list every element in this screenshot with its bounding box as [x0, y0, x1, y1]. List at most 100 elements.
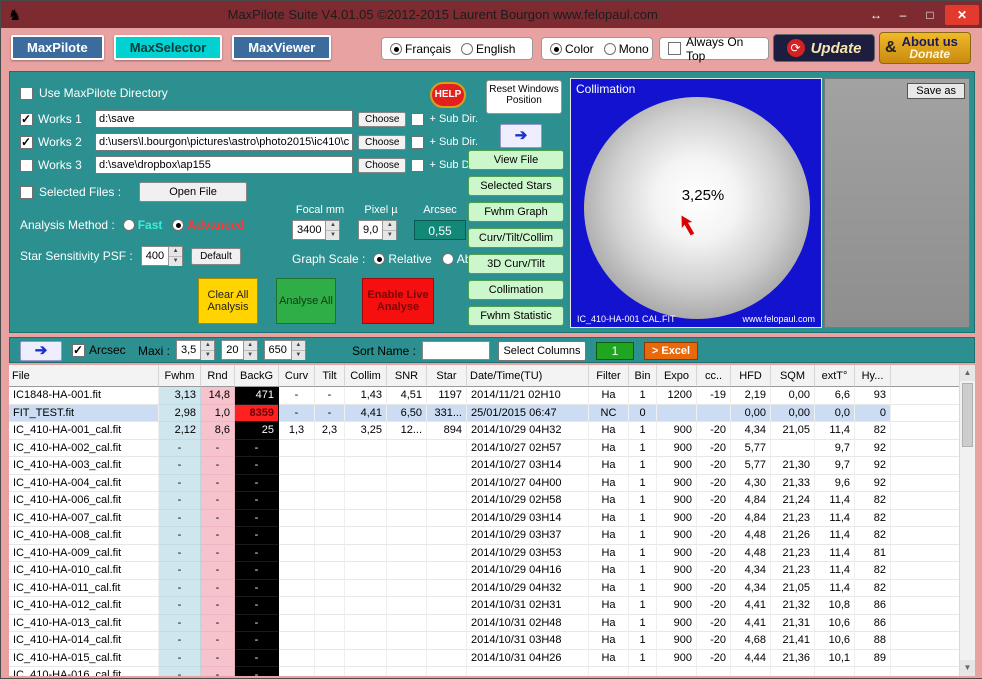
- spinner-up-icon[interactable]: ▲: [201, 341, 215, 351]
- use-directory-checkbox[interactable]: [20, 86, 33, 100]
- analysis-method-option-fast[interactable]: Fast: [122, 218, 162, 232]
- scroll-down-icon[interactable]: ▼: [960, 660, 975, 676]
- column-header-sqm[interactable]: SQM: [771, 365, 815, 387]
- close-button[interactable]: ✕: [945, 4, 979, 25]
- filter-arrow-button[interactable]: ➔: [20, 341, 62, 361]
- collimation-button[interactable]: Collimation: [468, 280, 564, 300]
- works-2-path-input[interactable]: [95, 133, 353, 151]
- spinner-up-icon[interactable]: ▲: [243, 341, 257, 351]
- works-3-subdir-checkbox[interactable]: [411, 158, 425, 172]
- works-1-path-input[interactable]: [95, 110, 353, 128]
- table-row[interactable]: IC_410-HA-015_cal.fit - - -2014/10/31 04H26…: [9, 649, 959, 667]
- works-3-path-input[interactable]: [95, 156, 353, 174]
- column-header-cc[interactable]: cc..: [697, 365, 731, 387]
- curv-tilt-collim-button[interactable]: Curv/Tilt/Collim: [468, 228, 564, 248]
- nav-tab-maxviewer[interactable]: MaxViewer: [232, 35, 332, 60]
- open-file-button[interactable]: Open File: [139, 182, 248, 202]
- scrollbar-thumb[interactable]: [962, 383, 973, 447]
- maxi-spinner-3[interactable]: 650 ▲ ▼: [263, 340, 306, 360]
- spinner-down-icon[interactable]: ▼: [169, 257, 183, 266]
- table-row[interactable]: IC_410-HA-002_cal.fit - - -2014/10/27 02H57…: [9, 439, 959, 457]
- clear-all-analysis-button[interactable]: Clear All Analysis: [198, 278, 258, 324]
- table-row[interactable]: IC_410-HA-009_cal.fit - - -2014/10/29 03H53…: [9, 544, 959, 562]
- graph-scale-option-relative[interactable]: Relative: [373, 252, 432, 266]
- pixel-spinner[interactable]: 9,0 ▲ ▼: [358, 220, 398, 240]
- works-3-checkbox[interactable]: [20, 158, 33, 172]
- spinner-down-icon[interactable]: ▼: [326, 231, 340, 240]
- column-header-hfd[interactable]: HFD: [731, 365, 771, 387]
- column-header-date-time-tu[interactable]: Date/Time(TU): [467, 365, 589, 387]
- works-3-choose-button[interactable]: Choose: [358, 157, 407, 173]
- fwhm-statistic-button[interactable]: Fwhm Statistic: [468, 306, 564, 326]
- column-header-file[interactable]: File: [9, 365, 159, 387]
- display-mode-option-mono[interactable]: Mono: [603, 42, 649, 56]
- psf-spinner[interactable]: 400 ▲ ▼: [140, 246, 184, 266]
- language-option-english[interactable]: English: [461, 42, 515, 56]
- scroll-up-icon[interactable]: ▲: [960, 365, 975, 381]
- maxi-spinner-2[interactable]: 20 ▲ ▼: [221, 340, 258, 360]
- language-option-fran-ais[interactable]: Français: [390, 42, 451, 56]
- spinner-up-icon[interactable]: ▲: [383, 221, 397, 231]
- table-row[interactable]: IC_410-HA-003_cal.fit - - -2014/10/27 03H14…: [9, 457, 959, 475]
- default-button[interactable]: Default: [191, 247, 241, 265]
- table-row[interactable]: FIT_TEST.fit 2,98 1,0 8359- -4,41 6,50 331... 2…: [9, 404, 959, 422]
- nav-tab-maxpilote[interactable]: MaxPilote: [11, 35, 104, 60]
- transfer-arrow-button[interactable]: ➔: [500, 124, 542, 148]
- works-1-checkbox[interactable]: [20, 112, 33, 126]
- display-mode-option-color[interactable]: Color: [550, 42, 594, 56]
- spinner-down-icon[interactable]: ▼: [201, 351, 215, 360]
- column-header-bin[interactable]: Bin: [629, 365, 657, 387]
- table-row[interactable]: IC_410-HA-004_cal.fit - - -2014/10/27 04H00…: [9, 474, 959, 492]
- vertical-scrollbar[interactable]: ▲ ▼: [959, 365, 975, 676]
- table-row[interactable]: IC_410-HA-006_cal.fit - - -2014/10/29 02H58…: [9, 492, 959, 510]
- analysis-method-option-advanced[interactable]: Advanced: [172, 218, 245, 232]
- excel-export-button[interactable]: > Excel: [644, 342, 698, 360]
- column-header-curv[interactable]: Curv: [279, 365, 315, 387]
- table-row[interactable]: IC_410-HA-012_cal.fit - - -2014/10/31 02H31…: [9, 597, 959, 615]
- column-header-extt[interactable]: extT°: [815, 365, 855, 387]
- enable-live-analyse-button[interactable]: Enable Live Analyse: [362, 278, 434, 324]
- minimize-button[interactable]: –: [891, 5, 915, 25]
- table-row[interactable]: IC_410-HA-016_cal.fit - - -: [9, 667, 959, 676]
- column-header-collim[interactable]: Collim: [345, 365, 387, 387]
- always-on-top-checkbox[interactable]: [668, 42, 681, 55]
- about-donate-button[interactable]: & About us Donate: [879, 32, 971, 64]
- table-row[interactable]: IC1848-HA-001.fit 3,13 14,8 471- -1,43 4,51 11…: [9, 387, 959, 405]
- table-row[interactable]: IC_410-HA-001_cal.fit 2,12 8,6 25 1,3 2,3 3,25…: [9, 422, 959, 440]
- table-row[interactable]: IC_410-HA-007_cal.fit - - -2014/10/29 03H14…: [9, 509, 959, 527]
- spinner-up-icon[interactable]: ▲: [326, 221, 340, 231]
- reset-windows-position-button[interactable]: Reset Windows Position: [486, 80, 562, 114]
- column-header-tilt[interactable]: Tilt: [315, 365, 345, 387]
- table-row[interactable]: IC_410-HA-014_cal.fit - - -2014/10/31 03H48…: [9, 632, 959, 650]
- maximize-button[interactable]: □: [918, 5, 942, 25]
- column-header-snr[interactable]: SNR: [387, 365, 427, 387]
- help-button[interactable]: HELP: [430, 82, 466, 108]
- works-1-choose-button[interactable]: Choose: [358, 111, 407, 127]
- sort-name-input[interactable]: [422, 341, 490, 360]
- works-2-choose-button[interactable]: Choose: [358, 134, 407, 150]
- analyse-all-button[interactable]: Analyse All: [276, 278, 336, 324]
- works-2-subdir-checkbox[interactable]: [411, 135, 425, 149]
- spinner-up-icon[interactable]: ▲: [169, 247, 183, 257]
- works-1-subdir-checkbox[interactable]: [411, 112, 425, 126]
- save-as-button[interactable]: Save as: [907, 83, 965, 99]
- works-2-checkbox[interactable]: [20, 135, 33, 149]
- table-row[interactable]: IC_410-HA-008_cal.fit - - -2014/10/29 03H37…: [9, 527, 959, 545]
- focal-spinner[interactable]: 3400 ▲ ▼: [292, 220, 341, 240]
- table-row[interactable]: IC_410-HA-011_cal.fit - - -2014/10/29 04H32…: [9, 579, 959, 597]
- arcsec-checkbox[interactable]: [72, 343, 85, 357]
- column-header-backg[interactable]: BackG: [235, 365, 279, 387]
- select-columns-button[interactable]: Select Columns: [498, 341, 586, 361]
- column-header-star[interactable]: Star: [427, 365, 467, 387]
- maxi-spinner-1[interactable]: 3,5 ▲ ▼: [176, 340, 216, 360]
- view-file-button[interactable]: View File: [468, 150, 564, 170]
- column-header-rnd[interactable]: Rnd: [201, 365, 235, 387]
- 3d-curv-tilt-button[interactable]: 3D Curv/Tilt: [468, 254, 564, 274]
- table-row[interactable]: IC_410-HA-013_cal.fit - - -2014/10/31 02H48…: [9, 614, 959, 632]
- table-row[interactable]: IC_410-HA-010_cal.fit - - -2014/10/29 04H16…: [9, 562, 959, 580]
- selected-files-checkbox[interactable]: [20, 185, 33, 199]
- update-button[interactable]: ⟳ Update: [773, 34, 875, 62]
- column-header-filter[interactable]: Filter: [589, 365, 629, 387]
- spinner-down-icon[interactable]: ▼: [383, 231, 397, 240]
- column-header-fwhm[interactable]: Fwhm: [159, 365, 201, 387]
